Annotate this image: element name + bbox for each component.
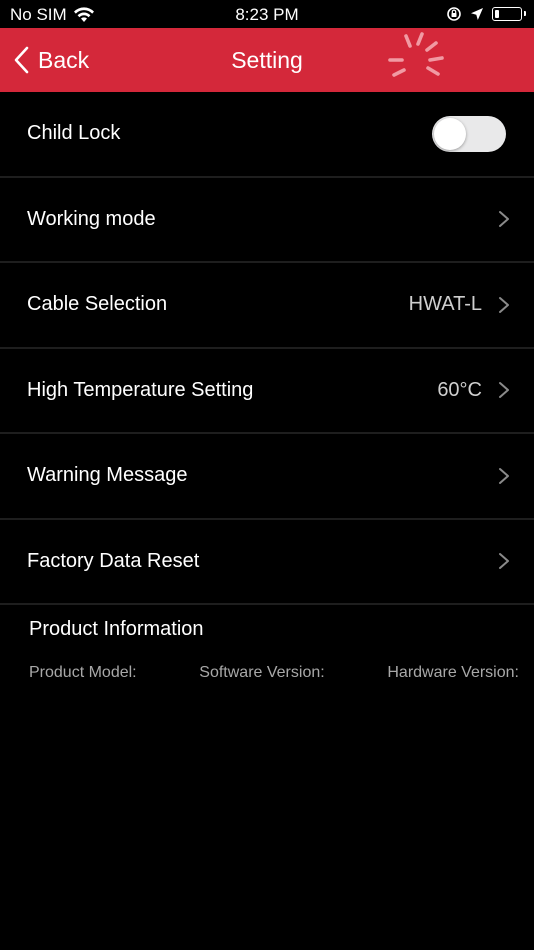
status-right <box>446 6 526 22</box>
navigation-bar: Back Setting <box>0 28 534 92</box>
orientation-lock-icon <box>447 7 461 21</box>
working-mode-row[interactable]: Working mode <box>0 178 534 263</box>
factory-reset-row[interactable]: Factory Data Reset <box>0 520 534 605</box>
chevron-right-icon <box>499 467 509 484</box>
cable-selection-label: Cable Selection <box>27 293 168 316</box>
working-mode-label: Working mode <box>27 207 156 230</box>
high-temperature-row[interactable]: High Temperature Setting 60°C <box>0 349 534 434</box>
product-model-label: Product Model: <box>29 664 137 681</box>
chevron-right-icon <box>499 553 509 570</box>
high-temperature-label: High Temperature Setting <box>27 378 254 401</box>
back-button[interactable]: Back <box>14 28 89 92</box>
product-info-labels: Product Model: Software Version: Hardwar… <box>29 664 519 682</box>
settings-list: Child Lock Working mode Cable Selection … <box>0 92 534 605</box>
warning-message-row[interactable]: Warning Message <box>0 434 534 520</box>
location-arrow-icon <box>471 8 483 20</box>
chevron-left-icon <box>14 46 29 74</box>
status-bar: No SIM 8:23 PM <box>0 0 534 28</box>
chevron-right-icon <box>499 211 509 228</box>
battery-icon <box>492 7 526 21</box>
high-temperature-value: 60°C <box>437 378 482 401</box>
loading-spinner-icon <box>388 32 444 77</box>
toggle-knob <box>434 117 466 150</box>
chevron-right-icon <box>499 382 509 399</box>
child-lock-row: Child Lock <box>0 92 534 178</box>
factory-reset-label: Factory Data Reset <box>27 549 200 572</box>
chevron-right-icon <box>499 296 509 313</box>
child-lock-toggle[interactable] <box>432 115 506 152</box>
child-lock-label: Child Lock <box>27 122 121 145</box>
software-version-label: Software Version: <box>199 664 325 681</box>
battery-level <box>495 10 499 18</box>
cable-selection-row[interactable]: Cable Selection HWAT-L <box>0 263 534 349</box>
product-info-title: Product Information <box>29 618 204 640</box>
back-label: Back <box>38 46 90 73</box>
cable-selection-value: HWAT-L <box>408 293 482 316</box>
hardware-version-label: Hardware Version: <box>387 664 519 681</box>
warning-message-label: Warning Message <box>27 464 188 487</box>
